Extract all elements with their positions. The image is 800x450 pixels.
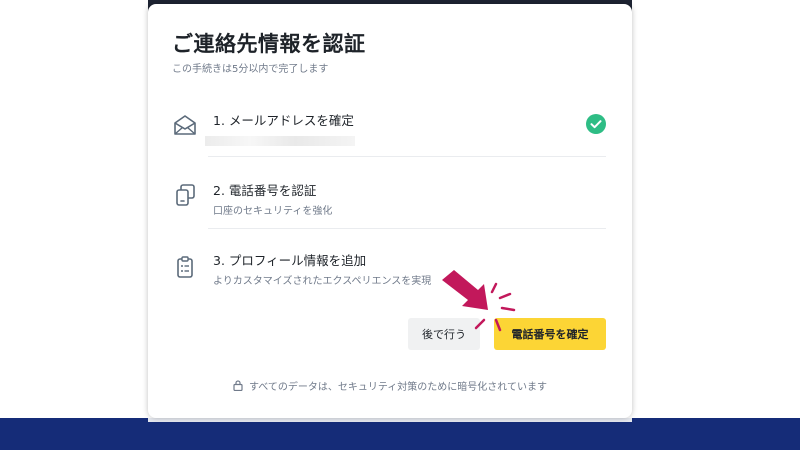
lock-icon [233, 380, 243, 394]
modal-title: ご連絡先情報を認証 [172, 32, 366, 56]
clipboard-icon [172, 254, 198, 280]
masked-email-value [205, 136, 355, 146]
step-phone-desc: 口座のセキュリティを強化 [213, 206, 333, 217]
step-profile[interactable]: 3. プロフィール情報を追加 よりカスタマイズされたエクスペリエンスを実現 [172, 250, 606, 290]
step-profile-desc: よりカスタマイズされたエクスペリエンスを実現 [213, 276, 432, 287]
step-profile-label: 3. プロフィール情報を追加 [213, 253, 367, 268]
step-phone[interactable]: 2. 電話番号を認証 口座のセキュリティを強化 [172, 180, 606, 220]
step-divider [208, 228, 606, 229]
phone-verify-icon [172, 182, 198, 208]
security-note-text: すべてのデータは、セキュリティ対策のために暗号化されています [249, 382, 547, 393]
pointer-arrow-icon [440, 270, 530, 340]
step-divider [208, 156, 606, 157]
security-note: すべてのデータは、セキュリティ対策のために暗号化されています [148, 378, 632, 394]
step-phone-label: 2. 電話番号を認証 [213, 183, 317, 198]
envelope-open-icon [172, 112, 198, 138]
check-circle-icon [586, 114, 606, 134]
step-email-label: 1. メールアドレスを確定 [213, 113, 354, 128]
modal-subtitle: この手続きは5分以内で完了します [172, 64, 329, 75]
verify-contact-modal: ご連絡先情報を認証 この手続きは5分以内で完了します 1. メールアドレスを確定 [148, 4, 632, 418]
step-email[interactable]: 1. メールアドレスを確定 [172, 110, 606, 150]
background-footer-bar [0, 418, 800, 450]
background-footer-strip [148, 418, 632, 422]
